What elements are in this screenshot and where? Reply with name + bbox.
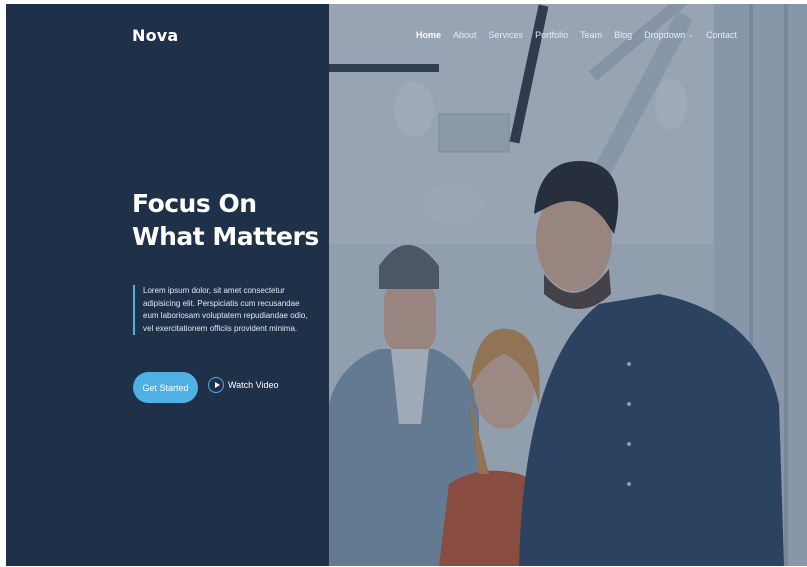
main-nav: Home About Services Portfolio Team Blog … (416, 30, 749, 40)
photo-overlay (329, 4, 807, 566)
watch-video-label: Watch Video (228, 380, 279, 390)
hero-description-block: Lorem ipsum dolor, sit amet consectetur … (133, 285, 308, 335)
hero-description: Lorem ipsum dolor, sit amet consectetur … (143, 286, 308, 333)
nav-item-services[interactable]: Services (489, 30, 524, 40)
brand-logo[interactable]: Nova (132, 26, 178, 45)
nav-item-dropdown-label: Dropdown (644, 30, 686, 40)
hero-title: Focus On What Matters (132, 189, 319, 251)
hero-photo (329, 4, 807, 566)
play-icon (208, 377, 224, 393)
hero-section: Nova Home About Services Portfolio Team … (6, 4, 807, 566)
watch-video-link[interactable]: Watch Video (208, 377, 279, 393)
nav-item-blog[interactable]: Blog (614, 30, 632, 40)
get-started-button[interactable]: Get Started (133, 372, 198, 403)
nav-item-dropdown[interactable]: Dropdown ⌄ (644, 30, 694, 40)
nav-item-team[interactable]: Team (580, 30, 602, 40)
nav-item-home[interactable]: Home (416, 30, 441, 40)
nav-item-portfolio[interactable]: Portfolio (535, 30, 568, 40)
chevron-down-icon: ⌄ (688, 32, 695, 39)
nav-item-about[interactable]: About (453, 30, 477, 40)
nav-item-contact[interactable]: Contact (706, 30, 737, 40)
